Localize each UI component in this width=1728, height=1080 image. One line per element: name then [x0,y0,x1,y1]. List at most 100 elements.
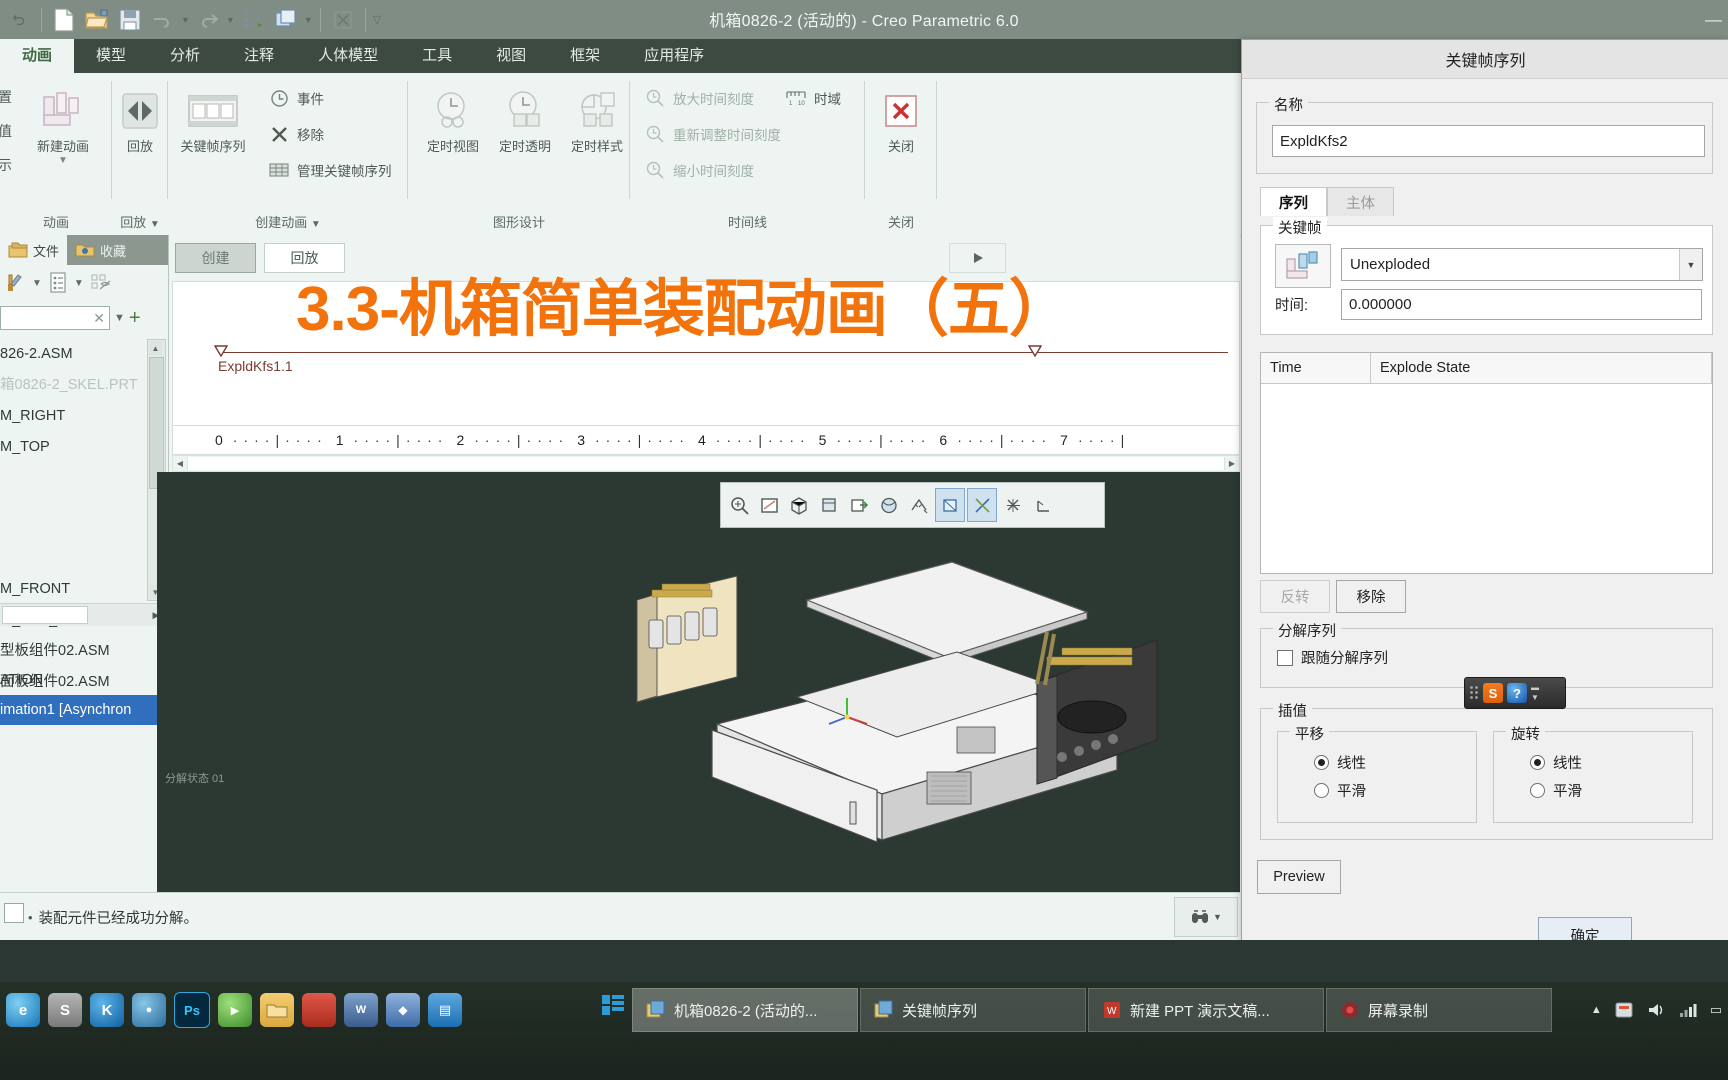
tab-applications[interactable]: 应用程序 [622,39,726,73]
tab-annotate[interactable]: 注释 [222,39,296,73]
clear-x-icon[interactable]: ✕ [93,310,105,327]
volume-icon[interactable] [1646,1001,1666,1019]
minimize-button[interactable]: — [1705,10,1722,30]
tree-item[interactable]: 826-2.ASM [0,339,168,370]
tab-sequence[interactable]: 序列 [1260,187,1327,216]
playback-group-dropdown-icon[interactable]: ▼ [150,219,160,230]
follow-explode-sequence-checkbox-row[interactable]: 跟随分解序列 [1277,647,1388,668]
ie-browser-icon[interactable]: e [6,993,40,1027]
explode-state-combo[interactable]: Unexploded ▼ [1341,248,1703,281]
navtab-model-tree[interactable]: 文件 [0,235,68,265]
tab-tools[interactable]: 工具 [400,39,474,73]
tray-app-icon[interactable] [1614,1000,1634,1020]
reverse-button[interactable]: 反转 [1260,580,1330,613]
chevron-down-icon[interactable]: ▼ [1679,249,1702,280]
graphics-window[interactable]: 分解状态 01 [157,472,1240,892]
keyframe-marker-start[interactable] [214,345,228,357]
navtab-favorites[interactable]: 收藏 [67,235,134,265]
new-animation-dropdown-icon[interactable]: ▼ [26,155,100,166]
minimize-icon[interactable]: ▬ [1531,684,1539,692]
ime-toolbar[interactable]: S ? ▬ ▼ [1464,677,1566,709]
translation-smooth-radio[interactable] [1314,783,1329,798]
creo-icon[interactable]: W [344,993,378,1027]
hscroll-thumb[interactable] [2,606,88,624]
taskbar-window-record[interactable]: 屏幕录制 [1326,988,1552,1032]
tree-item[interactable]: M_RIGHT [0,401,168,432]
timeline-scroll-left-icon[interactable]: ◀ [173,457,187,470]
calculator-icon[interactable]: ◆ [386,993,420,1027]
media-icon[interactable]: ▶ [218,993,252,1027]
cad-model[interactable] [157,472,1240,892]
keyframe-grid[interactable]: Time Explode State [1260,352,1713,574]
time-input[interactable]: 0.000000 [1341,289,1702,320]
animation-tree-item[interactable]: ATION [0,665,168,695]
tab-framework[interactable]: 框架 [548,39,622,73]
tree-item[interactable]: 箱0826-2_SKEL.PRT [0,370,168,401]
taskbar-window-ppt[interactable]: W 新建 PPT 演示文稿... [1088,988,1324,1032]
taskbar-window-keyframe[interactable]: 关键帧序列 [860,988,1086,1032]
timed-transparency-button[interactable]: 定时透明 [488,83,562,155]
tab-animation[interactable]: 动画 [0,39,75,73]
grid-col-time[interactable]: Time [1261,353,1371,383]
model-tree-hscrollbar[interactable]: ▶ [0,603,166,626]
tab-view[interactable]: 视图 [474,39,548,73]
tree-filters-icon[interactable] [48,272,68,294]
tree-filters-dropdown-icon[interactable]: ▼ [74,278,84,289]
zoom-out-timescale-button[interactable]: 缩小时间刻度 [644,159,754,181]
translation-linear-radio[interactable] [1314,755,1329,770]
playback-button[interactable]: 回放 [103,83,177,155]
vscroll-thumb[interactable] [149,357,164,489]
keyframe-preview-icon[interactable] [1275,244,1331,288]
translation-smooth-radio-row[interactable]: 平滑 [1314,780,1366,801]
create-animation-group-dropdown-icon[interactable]: ▼ [311,219,321,230]
scroll-up-icon[interactable]: ▲ [149,341,162,355]
game-icon[interactable]: ● [132,993,166,1027]
settings-tools-icon[interactable] [4,272,26,294]
tab-model[interactable]: 模型 [74,39,148,73]
zoom-in-timescale-button[interactable]: 放大时间刻度 [644,87,754,109]
tree-item[interactable]: M_TOP [0,432,168,463]
network-icon[interactable] [1678,1001,1698,1019]
follow-explode-checkbox[interactable] [1277,649,1293,666]
time-ruler[interactable]: 0 ····|···· 1 ····|···· 2 ····|···· 3 ··… [172,425,1240,455]
event-button[interactable]: 事件 [268,87,324,109]
refit-timescale-button[interactable]: 重新调整时间刻度 [644,123,781,145]
grid-col-explode-state[interactable]: Explode State [1371,353,1712,383]
rotation-smooth-radio-row[interactable]: 平滑 [1530,780,1582,801]
chevron-down-icon[interactable]: ▼ [1531,694,1539,702]
status-search-widget[interactable]: ▼ [1174,897,1238,937]
wps-writer-icon[interactable] [302,993,336,1027]
new-animation-button[interactable]: 新建动画 ▼ [26,83,100,166]
status-dropdown-icon[interactable]: ▼ [1213,912,1222,922]
tab-analysis[interactable]: 分析 [148,39,222,73]
kugou-icon[interactable]: K [90,993,124,1027]
tree-item[interactable]: M_FRONT [0,574,168,605]
name-input[interactable]: ExpldKfs2 [1272,125,1705,157]
timed-style-button[interactable]: 定时样式 [560,83,634,155]
model-tree[interactable]: 826-2.ASM 箱0826-2_SKEL.PRT M_RIGHT M_TOP [0,339,168,469]
preview-button[interactable]: Preview [1257,860,1341,894]
rotation-smooth-radio[interactable] [1530,783,1545,798]
tray-expand-icon[interactable]: ▲ [1591,1004,1602,1016]
translation-linear-radio-row[interactable]: 线性 [1314,752,1366,773]
window-controls[interactable]: — [1705,0,1728,39]
binoculars-icon[interactable] [1190,909,1210,925]
timeline-hscrollbar[interactable]: ◀ ▶ [172,455,1240,472]
folder-icon[interactable] [260,993,294,1027]
sogou-browser-icon[interactable]: S [48,993,82,1027]
taskbar-window-creo-main[interactable]: 机箱0826-2 (活动的... [632,988,858,1032]
start-grid-icon[interactable] [598,990,628,1020]
keyframe-sequence-button[interactable]: 关键帧序列 [176,83,250,155]
timed-view-button[interactable]: 定时视图 [416,83,490,155]
rotation-linear-radio-row[interactable]: 线性 [1530,752,1582,773]
timeline-hscroll-thumb[interactable] [187,457,1225,470]
plus-icon[interactable]: + [129,308,141,328]
remove-button[interactable]: 移除 [268,123,324,145]
remove-row-button[interactable]: 移除 [1336,580,1406,613]
status-checkbox[interactable] [4,903,24,923]
question-icon[interactable]: ? [1507,683,1527,703]
manage-keyframe-button[interactable]: 管理关键帧序列 [268,159,392,181]
rotation-linear-radio[interactable] [1530,755,1545,770]
tree-columns-icon[interactable] [90,272,112,294]
photoshop-icon[interactable]: Ps [174,992,210,1028]
